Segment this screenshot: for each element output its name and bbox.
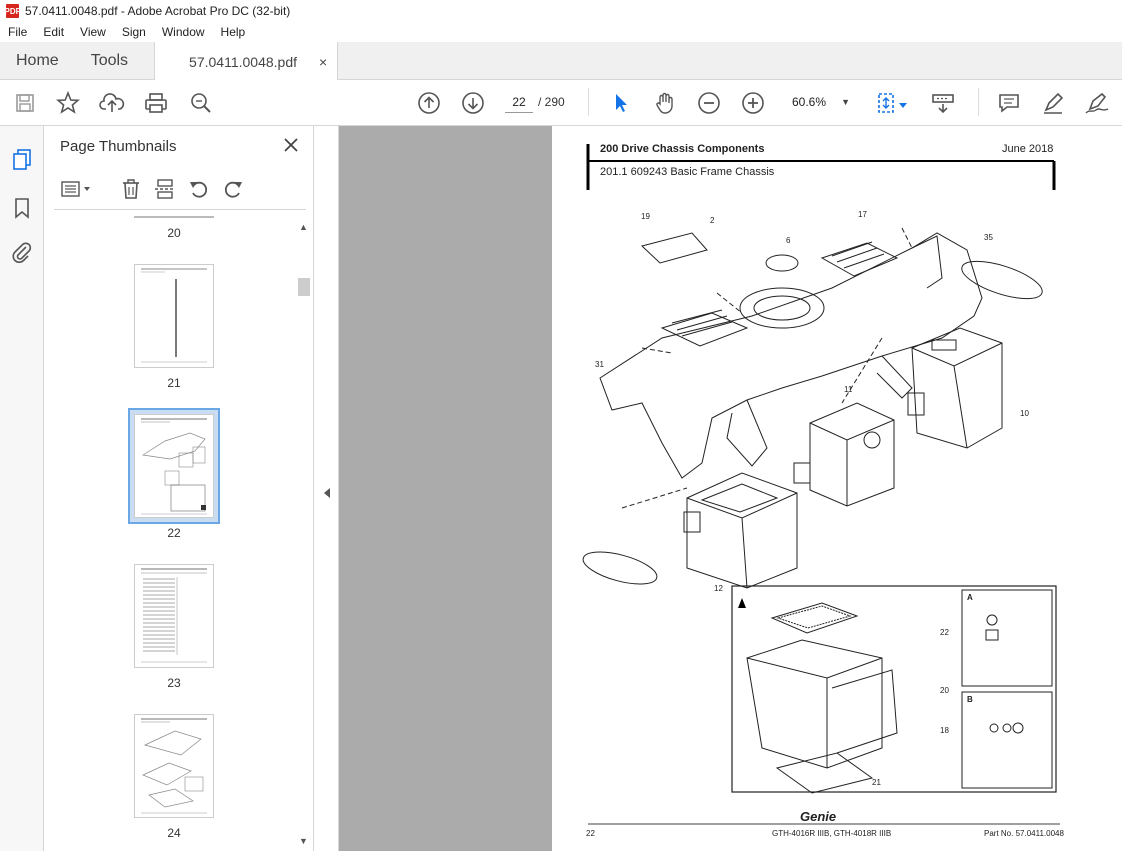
callout-label: 19 <box>641 212 650 221</box>
thumbnail-label: 23 <box>167 676 181 690</box>
callout-label: 31 <box>595 360 604 369</box>
callout-label: 21 <box>872 778 881 787</box>
next-page-icon[interactable] <box>460 90 486 116</box>
bookmarks-icon[interactable] <box>10 196 34 220</box>
save-icon[interactable] <box>12 90 38 116</box>
thumbnail-page-selected[interactable] <box>134 414 214 518</box>
collapse-arrow-icon <box>324 488 330 498</box>
thumbnail-list: 20 21 22 23 24 <box>54 212 294 851</box>
attachments-icon[interactable] <box>10 240 34 264</box>
tab-home[interactable]: Home <box>0 42 75 79</box>
menu-window[interactable]: Window <box>154 25 213 39</box>
title-bar: PDF 57.0411.0048.pdf - Adobe Acrobat Pro… <box>0 0 1122 22</box>
bookmark-star-icon[interactable] <box>55 90 81 116</box>
options-menu-icon[interactable] <box>60 178 94 200</box>
callout-label: 10 <box>1020 409 1029 418</box>
callout-label: 2 <box>710 216 715 225</box>
select-cursor-icon[interactable] <box>608 90 634 116</box>
close-icon[interactable] <box>284 136 298 157</box>
document-viewer[interactable]: 200 Drive Chassis Components June 2018 2… <box>339 126 1122 851</box>
callout-label: 6 <box>786 236 791 245</box>
exploded-parts-diagram <box>582 227 1057 794</box>
chevron-down-icon: ▼ <box>841 97 850 107</box>
scroll-down-icon[interactable]: ▼ <box>299 836 308 846</box>
page-footer-part: Part No. 57.0411.0048 <box>984 829 1064 838</box>
print-icon[interactable] <box>143 90 169 116</box>
page-thumbnails-icon[interactable] <box>10 148 34 172</box>
panel-collapse-handle[interactable] <box>314 126 339 851</box>
thumbnail-page[interactable] <box>134 564 214 668</box>
zoom-search-icon[interactable] <box>188 90 214 116</box>
fit-dropdown-icon[interactable] <box>896 92 910 118</box>
zoom-out-icon[interactable] <box>696 90 722 116</box>
thumbnail-scrollbar[interactable]: ▲ ▼ <box>296 212 310 851</box>
page-footer-model: GTH-4016R IIIB, GTH-4018R IIIB <box>772 829 892 838</box>
menu-view[interactable]: View <box>72 25 114 39</box>
extract-pages-icon[interactable] <box>154 178 176 200</box>
hand-tool-icon[interactable] <box>652 90 678 116</box>
window-title: 57.0411.0048.pdf - Adobe Acrobat Pro DC … <box>25 4 291 18</box>
rotate-right-icon[interactable] <box>222 178 244 200</box>
menu-sign[interactable]: Sign <box>114 25 154 39</box>
sign-pen-icon[interactable] <box>1084 90 1110 116</box>
previous-page-icon[interactable] <box>416 90 442 116</box>
tab-document-label: 57.0411.0048.pdf <box>189 53 297 70</box>
upload-cloud-icon[interactable] <box>99 90 125 116</box>
detail-ref-label: A <box>967 593 973 602</box>
page-subtitle: 201.1 609243 Basic Frame Chassis <box>600 166 775 178</box>
callout-label: 17 <box>858 210 867 219</box>
scrollbar-thumb[interactable] <box>298 278 310 296</box>
thumbnails-panel: Page Thumbnails 20 21 22 23 24 ▲ ▼ <box>44 126 314 851</box>
zoom-level-select[interactable]: 60.6% ▼ <box>786 91 856 113</box>
page-header-date: June 2018 <box>1002 143 1054 155</box>
delete-trash-icon[interactable] <box>120 178 142 200</box>
menu-file[interactable]: File <box>0 25 35 39</box>
left-rail <box>0 126 44 851</box>
thumbnail-label: 24 <box>167 826 181 840</box>
page-header-title: 200 Drive Chassis Components <box>600 143 765 155</box>
zoom-in-icon[interactable] <box>740 90 766 116</box>
menu-help[interactable]: Help <box>213 25 254 39</box>
toolbar-divider <box>978 88 979 116</box>
callout-label: 11 <box>844 385 853 394</box>
scroll-mode-icon[interactable] <box>930 90 956 116</box>
menu-edit[interactable]: Edit <box>35 25 72 39</box>
tab-bar: Home Tools 57.0411.0048.pdf × <box>0 42 1122 81</box>
thumbnail-page-edge <box>134 216 214 218</box>
thumbnail-label: 21 <box>167 376 181 390</box>
panel-toolbar <box>54 170 306 210</box>
page-number-input[interactable]: 22 <box>505 91 533 113</box>
pdf-file-icon: PDF <box>5 4 21 18</box>
thumbnail-page[interactable] <box>134 714 214 818</box>
callout-label: 12 <box>714 584 723 593</box>
rotate-left-icon[interactable] <box>188 178 210 200</box>
zoom-level-value: 60.6% <box>792 95 827 109</box>
menu-bar: File Edit View Sign Window Help <box>0 22 1122 42</box>
genie-logo: Genie <box>800 809 837 824</box>
page-footer-number: 22 <box>586 829 595 838</box>
comment-icon[interactable] <box>996 90 1022 116</box>
tab-document[interactable]: 57.0411.0048.pdf × <box>154 42 339 81</box>
callout-label: 35 <box>984 233 993 242</box>
callout-label: 18 <box>940 726 949 735</box>
detail-ref-label: B <box>967 695 973 704</box>
tab-close-icon[interactable]: × <box>319 54 327 70</box>
scroll-up-icon[interactable]: ▲ <box>299 222 308 232</box>
thumbnail-label: 20 <box>167 226 181 240</box>
callout-label: 22 <box>940 628 949 637</box>
page-total: / 290 <box>538 95 565 109</box>
highlight-pen-icon[interactable] <box>1040 90 1066 116</box>
callout-label: 20 <box>940 686 949 695</box>
tab-tools[interactable]: Tools <box>75 42 144 79</box>
pdf-page: 200 Drive Chassis Components June 2018 2… <box>552 126 1122 851</box>
thumbnail-label: 22 <box>167 526 181 540</box>
panel-title: Page Thumbnails <box>60 138 177 155</box>
toolbar-divider <box>588 88 589 116</box>
thumbnail-page[interactable] <box>134 264 214 368</box>
